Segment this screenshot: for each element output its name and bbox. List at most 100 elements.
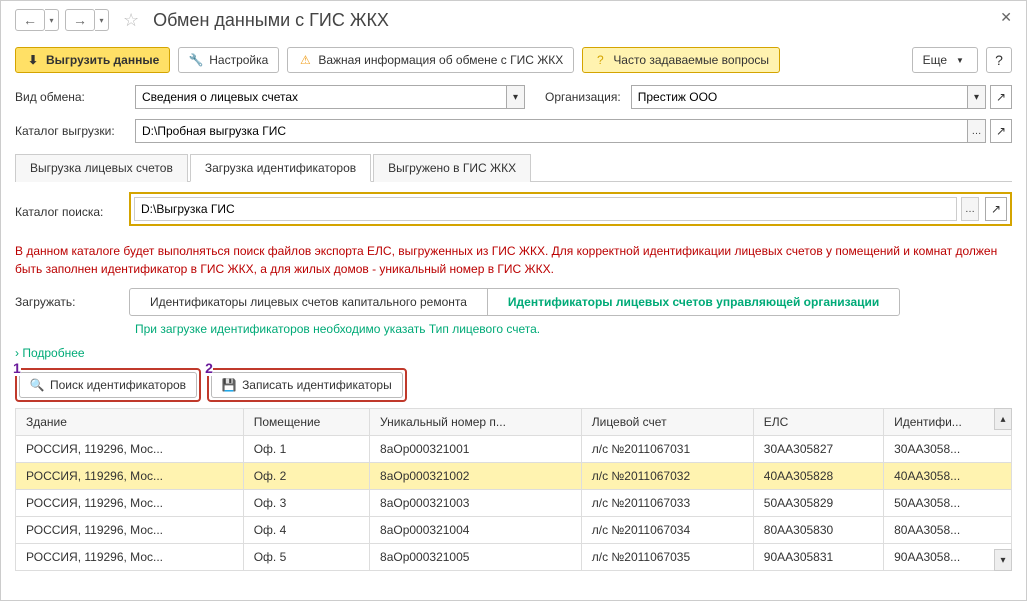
export-dir-label: Каталог выгрузки: xyxy=(15,124,125,138)
data-table: Здание Помещение Уникальный номер п... Л… xyxy=(15,408,1012,571)
help-icon: ? xyxy=(593,53,607,67)
load-opt-capital[interactable]: Идентификаторы лицевых счетов капитально… xyxy=(130,289,487,315)
table-cell: Оф. 1 xyxy=(243,436,369,463)
tabs: Выгрузка лицевых счетов Загрузка идентиф… xyxy=(15,153,1012,182)
table-cell: л/с №2011067031 xyxy=(581,436,753,463)
search-dir-input[interactable] xyxy=(134,197,957,221)
highlight-box-2: 2 💾 Записать идентификаторы xyxy=(207,368,407,402)
org-label: Организация: xyxy=(545,90,621,104)
warning-label: Важная информация об обмене с ГИС ЖКХ xyxy=(318,53,563,67)
open-icon: ↗ xyxy=(996,90,1006,104)
col-unique[interactable]: Уникальный номер п... xyxy=(370,409,582,436)
more-label: Еще xyxy=(923,53,947,67)
table-cell: 80АА305830 xyxy=(753,517,883,544)
table-cell: 50АА3058... xyxy=(884,490,1012,517)
exchange-type-input[interactable] xyxy=(135,85,507,109)
table-cell: л/с №2011067033 xyxy=(581,490,753,517)
table-cell: 8аОр000321001 xyxy=(370,436,582,463)
faq-button[interactable]: ? Часто задаваемые вопросы xyxy=(582,47,780,73)
scroll-up-button[interactable]: ▴ xyxy=(994,408,1012,430)
open-icon: ↗ xyxy=(991,202,1001,216)
table-cell: РОССИЯ, 119296, Мос... xyxy=(16,436,244,463)
exchange-type-label: Вид обмена: xyxy=(15,90,125,104)
table-cell: 90АА3058... xyxy=(884,544,1012,571)
search-dir-open[interactable]: ↗ xyxy=(985,197,1007,221)
page-title: Обмен данными с ГИС ЖКХ xyxy=(153,10,389,31)
load-label: Загружать: xyxy=(15,295,119,309)
scroll-down-button[interactable]: ▾ xyxy=(994,549,1012,571)
hint-text: В данном каталоге будет выполняться поис… xyxy=(15,242,1012,278)
nav-fwd-dropdown[interactable]: ▾ xyxy=(95,9,109,31)
table-row[interactable]: РОССИЯ, 119296, Мос...Оф. 18аОр000321001… xyxy=(16,436,1012,463)
load-opt-management[interactable]: Идентификаторы лицевых счетов управляюще… xyxy=(487,289,899,315)
export-dir-input[interactable] xyxy=(135,119,968,143)
col-id[interactable]: Идентифи... xyxy=(884,409,1012,436)
table-cell: РОССИЯ, 119296, Мос... xyxy=(16,463,244,490)
org-open-button[interactable]: ↗ xyxy=(990,85,1012,109)
table-cell: 30АА305827 xyxy=(753,436,883,463)
tab-export-accounts[interactable]: Выгрузка лицевых счетов xyxy=(15,154,188,182)
table-row[interactable]: РОССИЯ, 119296, Мос...Оф. 48аОр000321004… xyxy=(16,517,1012,544)
table-cell: РОССИЯ, 119296, Мос... xyxy=(16,490,244,517)
org-dropdown[interactable]: ▾ xyxy=(968,85,986,109)
nav-back-button[interactable]: ← xyxy=(15,9,45,31)
col-room[interactable]: Помещение xyxy=(243,409,369,436)
table-cell: 50АА305829 xyxy=(753,490,883,517)
write-ids-label: Записать идентификаторы xyxy=(242,378,392,392)
nav-back-dropdown[interactable]: ▾ xyxy=(45,9,59,31)
settings-button[interactable]: 🔧 Настройка xyxy=(178,47,279,73)
export-dir-open[interactable]: ↗ xyxy=(990,119,1012,143)
load-option-group: Идентификаторы лицевых счетов капитально… xyxy=(129,288,900,316)
table-cell: 8аОр000321004 xyxy=(370,517,582,544)
highlight-box-1: 1 🔍 Поиск идентификаторов xyxy=(15,368,201,402)
table-row[interactable]: РОССИЯ, 119296, Мос...Оф. 38аОр000321003… xyxy=(16,490,1012,517)
nav-fwd-button[interactable]: → xyxy=(65,9,95,31)
org-input[interactable] xyxy=(631,85,968,109)
save-icon: 💾 xyxy=(222,378,236,392)
settings-label: Настройка xyxy=(209,53,268,67)
write-ids-button[interactable]: 💾 Записать идентификаторы xyxy=(211,372,403,398)
table-cell: 30АА3058... xyxy=(884,436,1012,463)
download-icon: ⬇ xyxy=(26,53,40,67)
unload-label: Выгрузить данные xyxy=(46,53,159,67)
favorite-icon[interactable]: ☆ xyxy=(123,10,139,31)
search-dir-browse[interactable]: … xyxy=(961,197,979,221)
green-hint: При загрузке идентификаторов необходимо … xyxy=(135,322,1012,336)
col-els[interactable]: ЕЛС xyxy=(753,409,883,436)
table-cell: 8аОр000321005 xyxy=(370,544,582,571)
table-cell: 80АА3058... xyxy=(884,517,1012,544)
table-cell: РОССИЯ, 119296, Мос... xyxy=(16,517,244,544)
export-dir-browse[interactable]: … xyxy=(968,119,986,143)
col-account[interactable]: Лицевой счет xyxy=(581,409,753,436)
col-building[interactable]: Здание xyxy=(16,409,244,436)
table-cell: Оф. 5 xyxy=(243,544,369,571)
warning-button[interactable]: ⚠ Важная информация об обмене с ГИС ЖКХ xyxy=(287,47,574,73)
table-row[interactable]: РОССИЯ, 119296, Мос...Оф. 28аОр000321002… xyxy=(16,463,1012,490)
more-button[interactable]: Еще ▼ xyxy=(912,47,978,73)
table-cell: 90АА305831 xyxy=(753,544,883,571)
table-container: Здание Помещение Уникальный номер п... Л… xyxy=(15,408,1012,571)
table-cell: л/с №2011067035 xyxy=(581,544,753,571)
table-cell: РОССИЯ, 119296, Мос... xyxy=(16,544,244,571)
help-button[interactable]: ? xyxy=(986,47,1012,73)
chevron-right-icon: › xyxy=(15,346,19,360)
badge-2: 2 xyxy=(205,360,213,376)
tab-load-ids[interactable]: Загрузка идентификаторов xyxy=(190,154,371,182)
table-row[interactable]: РОССИЯ, 119296, Мос...Оф. 58аОр000321005… xyxy=(16,544,1012,571)
table-cell: Оф. 3 xyxy=(243,490,369,517)
table-cell: л/с №2011067034 xyxy=(581,517,753,544)
exchange-type-dropdown[interactable]: ▾ xyxy=(507,85,525,109)
unload-button[interactable]: ⬇ Выгрузить данные xyxy=(15,47,170,73)
faq-label: Часто задаваемые вопросы xyxy=(613,53,769,67)
open-icon: ↗ xyxy=(996,124,1006,138)
tab-exported[interactable]: Выгружено в ГИС ЖКХ xyxy=(373,154,531,182)
table-cell: 40АА305828 xyxy=(753,463,883,490)
search-ids-label: Поиск идентификаторов xyxy=(50,378,186,392)
close-button[interactable]: ✕ xyxy=(1000,9,1012,26)
chevron-down-icon: ▼ xyxy=(953,53,967,67)
wrench-icon: 🔧 xyxy=(189,53,203,67)
table-cell: 8аОр000321003 xyxy=(370,490,582,517)
badge-1: 1 xyxy=(13,360,21,376)
search-ids-button[interactable]: 🔍 Поиск идентификаторов xyxy=(19,372,197,398)
more-link[interactable]: Подробнее xyxy=(22,346,84,360)
